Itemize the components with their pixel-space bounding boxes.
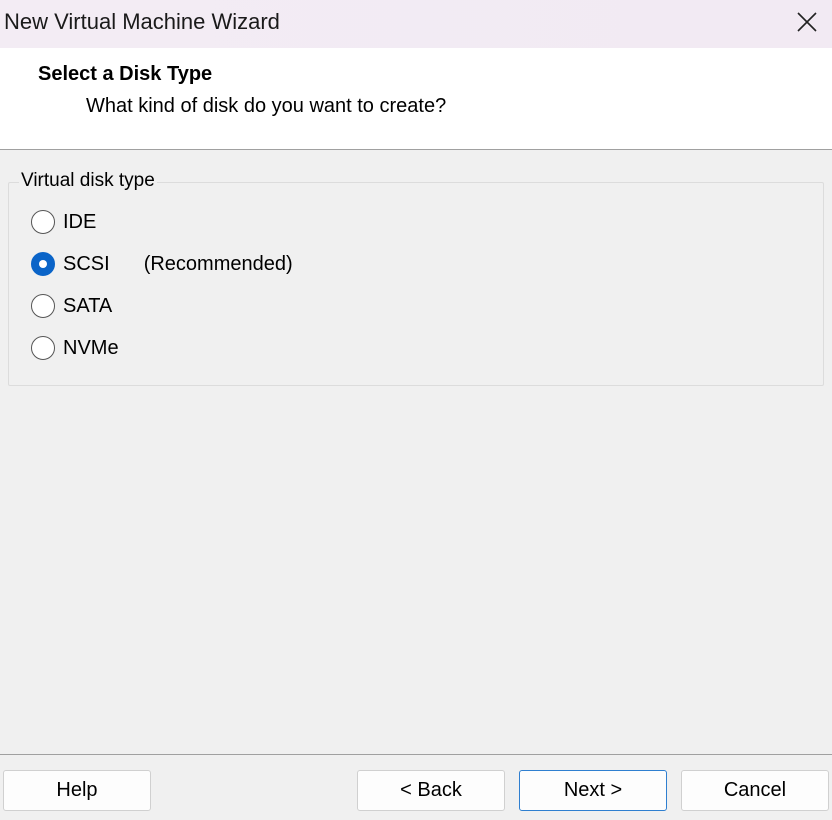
close-button[interactable] [788, 4, 826, 40]
radio-button-scsi[interactable] [31, 252, 55, 276]
wizard-header: Select a Disk Type What kind of disk do … [0, 48, 832, 150]
page-title: Select a Disk Type [38, 63, 213, 85]
page-subtitle: What kind of disk do you want to create? [86, 95, 447, 117]
back-button[interactable]: < Back [357, 770, 505, 811]
radio-option-ide[interactable]: IDE [31, 207, 96, 237]
window-title: New Virtual Machine Wizard [4, 9, 280, 34]
close-icon [797, 12, 817, 32]
title-bar: New Virtual Machine Wizard [0, 0, 832, 48]
radio-label-scsi: SCSI [63, 252, 110, 275]
next-button[interactable]: Next > [519, 770, 667, 811]
recommended-note: (Recommended) [143, 252, 293, 275]
wizard-footer: Help < Back Next > Cancel [0, 754, 832, 820]
radio-label-ide: IDE [63, 210, 97, 233]
group-legend: Virtual disk type [19, 170, 157, 192]
radio-label-sata: SATA [63, 294, 113, 317]
help-button[interactable]: Help [3, 770, 151, 811]
radio-option-scsi[interactable]: SCSI (Recommended) [31, 249, 293, 279]
radio-label-nvme: NVMe [63, 336, 119, 359]
cancel-button[interactable]: Cancel [681, 770, 829, 811]
radio-button-sata[interactable] [31, 294, 55, 318]
radio-button-nvme[interactable] [31, 336, 55, 360]
radio-option-nvme[interactable]: NVMe [31, 333, 119, 363]
radio-option-sata[interactable]: SATA [31, 291, 112, 321]
radio-button-ide[interactable] [31, 210, 55, 234]
virtual-disk-type-group: Virtual disk type IDE SCSI (Recommended)… [8, 170, 824, 386]
